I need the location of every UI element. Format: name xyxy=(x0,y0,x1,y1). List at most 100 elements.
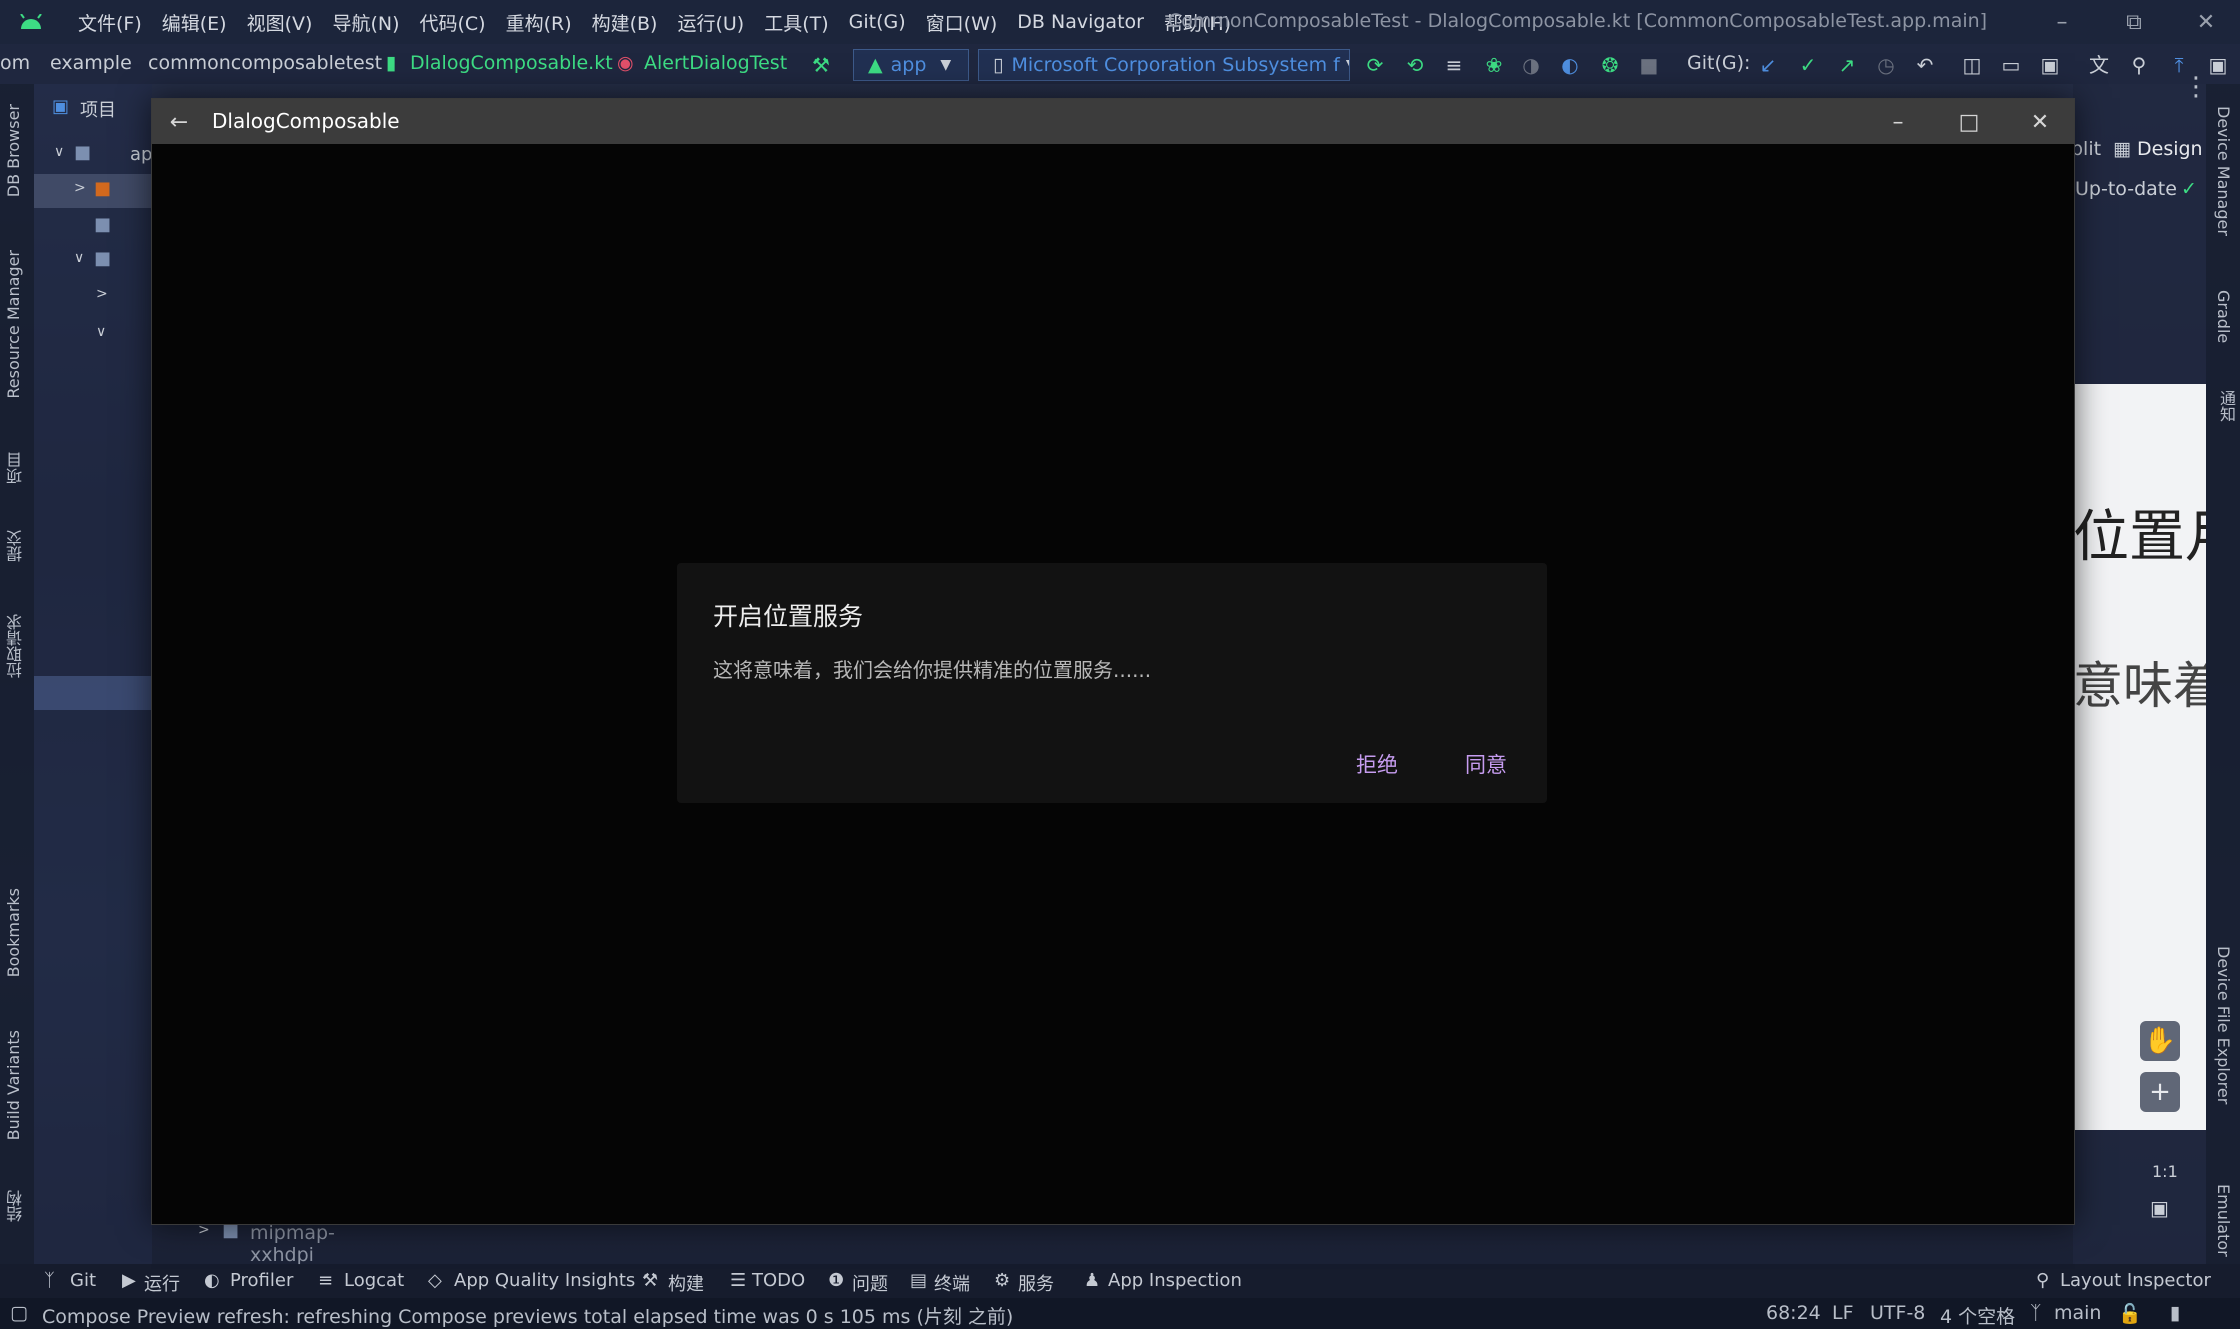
tool-problems[interactable]: 问题 xyxy=(852,1270,888,1296)
attach-debugger-icon[interactable]: ❂ xyxy=(1599,54,1621,76)
zoom-ratio-label[interactable]: 1:1 xyxy=(2152,1162,2178,1181)
menu-file[interactable]: 文件(F) xyxy=(68,9,152,36)
restore-icon[interactable]: ⧉ xyxy=(2118,6,2150,38)
menu-edit[interactable]: 编辑(E) xyxy=(152,9,237,36)
tab-emulator[interactable]: Emulator xyxy=(2214,1184,2233,1257)
git-commit-icon[interactable]: ✓ xyxy=(1797,54,1819,76)
breadcrumb-example[interactable]: example xyxy=(50,52,132,74)
account-icon[interactable]: ▣ xyxy=(2207,54,2229,76)
translate-icon[interactable]: 文 xyxy=(2088,54,2110,76)
menu-code[interactable]: 代码(C) xyxy=(409,9,495,36)
chevron-down-icon[interactable]: ∨ xyxy=(96,324,106,340)
apply-code-changes-icon[interactable]: ⟲ xyxy=(1404,54,1426,76)
minimize-icon[interactable]: – xyxy=(2046,6,2078,38)
tab-project[interactable]: 项目 xyxy=(4,452,28,484)
dismiss-button[interactable]: 拒绝 xyxy=(1356,749,1398,779)
zoom-in-icon[interactable]: + xyxy=(2140,1072,2180,1112)
file-encoding[interactable]: UTF-8 xyxy=(1870,1302,1925,1324)
breadcrumb-om[interactable]: om xyxy=(0,52,30,74)
tab-device-manager[interactable]: Device Manager xyxy=(2214,106,2233,236)
menu-run[interactable]: 运行(U) xyxy=(667,9,754,36)
breadcrumb-file[interactable]: DlalogComposable.kt xyxy=(410,52,613,74)
tree-item-mipmap[interactable]: mipmap-xxhdpi xyxy=(250,1222,335,1266)
menu-refactor[interactable]: 重构(R) xyxy=(496,9,582,36)
menu-git[interactable]: Git(G) xyxy=(839,11,916,33)
git-branch[interactable]: main xyxy=(2054,1302,2101,1324)
close-icon[interactable]: ✕ xyxy=(2190,6,2222,38)
profiler-icon[interactable]: ◐ xyxy=(1559,54,1581,76)
profile-icon[interactable]: ◑ xyxy=(1520,54,1542,76)
chevron-down-icon[interactable]: ∨ xyxy=(54,144,64,160)
tool-services[interactable]: 服务 xyxy=(1018,1270,1054,1296)
tool-profiler[interactable]: Profiler xyxy=(230,1270,293,1291)
breadcrumb-function[interactable]: AlertDialogTest xyxy=(644,52,787,74)
hammer-icon[interactable]: ⚒ xyxy=(810,54,832,76)
menu-db-navigator[interactable]: DB Navigator xyxy=(1007,11,1154,33)
maximize-icon[interactable]: □ xyxy=(1953,106,1985,138)
chevron-right-icon[interactable]: > xyxy=(96,286,108,302)
rollback-icon[interactable]: ↶ xyxy=(1914,54,1936,76)
tab-resource-manager[interactable]: Resource Manager xyxy=(4,250,23,399)
menu-view[interactable]: 视图(V) xyxy=(237,9,323,36)
close-icon[interactable]: ✕ xyxy=(2024,106,2056,138)
status-toggle-icon[interactable]: ▢ xyxy=(10,1302,28,1324)
minimize-icon[interactable]: – xyxy=(1882,106,1914,138)
tool-app-quality-insights[interactable]: App Quality Insights xyxy=(454,1270,635,1291)
android-studio-icon[interactable] xyxy=(18,14,44,30)
device-manager-icon[interactable]: ▭ xyxy=(2000,54,2022,76)
menu-tools[interactable]: 工具(T) xyxy=(754,9,838,36)
chevron-right-icon[interactable]: > xyxy=(74,180,86,196)
apply-changes-icon[interactable]: ⟳ xyxy=(1364,54,1386,76)
git-push-icon[interactable]: ↗ xyxy=(1836,54,1858,76)
zoom-to-fit-icon[interactable]: ▣ xyxy=(2150,1196,2169,1220)
coverage-icon[interactable]: ≡ xyxy=(1443,54,1465,76)
menu-build[interactable]: 构建(B) xyxy=(582,9,668,36)
tool-app-inspection[interactable]: App Inspection xyxy=(1108,1270,1242,1291)
menu-window[interactable]: 窗口(W) xyxy=(916,9,1008,36)
tab-bookmarks[interactable]: Bookmarks xyxy=(4,888,23,977)
device-mirror-icon[interactable]: ◫ xyxy=(1961,54,1983,76)
device-select[interactable]: ▯ Microsoft Corporation Subsystem f ▼ xyxy=(978,49,1350,81)
tab-gradle[interactable]: Gradle xyxy=(2214,290,2233,343)
cursor-position[interactable]: 68:24 xyxy=(1766,1302,1821,1324)
run-config-select[interactable]: ▲ app ▼ xyxy=(853,49,969,81)
tab-device-file-explorer[interactable]: Device File Explorer xyxy=(2214,946,2233,1104)
memory-icon[interactable]: ▮ xyxy=(2170,1302,2180,1324)
sdk-manager-icon[interactable]: ▣ xyxy=(2039,54,2061,76)
tab-commit[interactable]: 提交 xyxy=(4,530,28,562)
menu-navigate[interactable]: 导航(N) xyxy=(322,9,409,36)
indent-setting[interactable]: 4 个空格 xyxy=(1940,1302,2015,1329)
tab-structure[interactable]: 结构 xyxy=(4,1190,28,1222)
alert-dialog: 开启位置服务 这将意味着，我们会给你提供精准的位置服务...... 拒绝 同意 xyxy=(677,563,1547,803)
back-arrow-icon[interactable]: ← xyxy=(163,106,195,138)
stop-icon[interactable]: ■ xyxy=(1638,54,1660,76)
tab-build-variants[interactable]: Build Variants xyxy=(4,1030,23,1140)
tool-build[interactable]: 构建 xyxy=(668,1270,704,1296)
tool-todo[interactable]: TODO xyxy=(752,1270,805,1291)
tree-row-selected[interactable]: > ■ xyxy=(34,174,152,208)
chevron-down-icon[interactable]: ∨ xyxy=(74,250,84,266)
line-separator[interactable]: LF xyxy=(1832,1302,1854,1324)
tree-root-label[interactable]: ap xyxy=(130,144,152,165)
breadcrumb-package[interactable]: commoncomposabletest xyxy=(148,52,382,74)
tool-layout-inspector[interactable]: Layout Inspector xyxy=(2060,1270,2211,1291)
search-icon[interactable]: ⚲ xyxy=(2128,54,2150,76)
git-update-icon[interactable]: ↙ xyxy=(1757,54,1779,76)
tree-row-highlight[interactable] xyxy=(34,676,152,710)
git-icon: ᛉ xyxy=(44,1270,55,1291)
design-view-tab[interactable]: Design xyxy=(2137,138,2203,160)
pan-hand-icon[interactable]: ✋ xyxy=(2140,1021,2180,1061)
tool-git[interactable]: Git xyxy=(70,1270,96,1291)
split-view-tab[interactable]: plit xyxy=(2071,138,2101,160)
debug-icon[interactable]: ❀ xyxy=(1483,54,1505,76)
project-panel-header[interactable]: 项目 xyxy=(80,96,116,122)
tool-run[interactable]: 运行 xyxy=(144,1270,180,1296)
lock-icon[interactable]: 🔓 xyxy=(2118,1302,2142,1325)
tab-db-browser[interactable]: DB Browser xyxy=(4,104,23,197)
tool-terminal[interactable]: 终端 xyxy=(934,1270,970,1296)
tool-logcat[interactable]: Logcat xyxy=(344,1270,404,1291)
history-icon[interactable]: ◷ xyxy=(1875,54,1897,76)
confirm-button[interactable]: 同意 xyxy=(1465,749,1507,779)
tab-notifications[interactable]: 通知 xyxy=(2214,390,2238,422)
tab-pull-requests[interactable]: 拉取请求 xyxy=(4,614,28,678)
